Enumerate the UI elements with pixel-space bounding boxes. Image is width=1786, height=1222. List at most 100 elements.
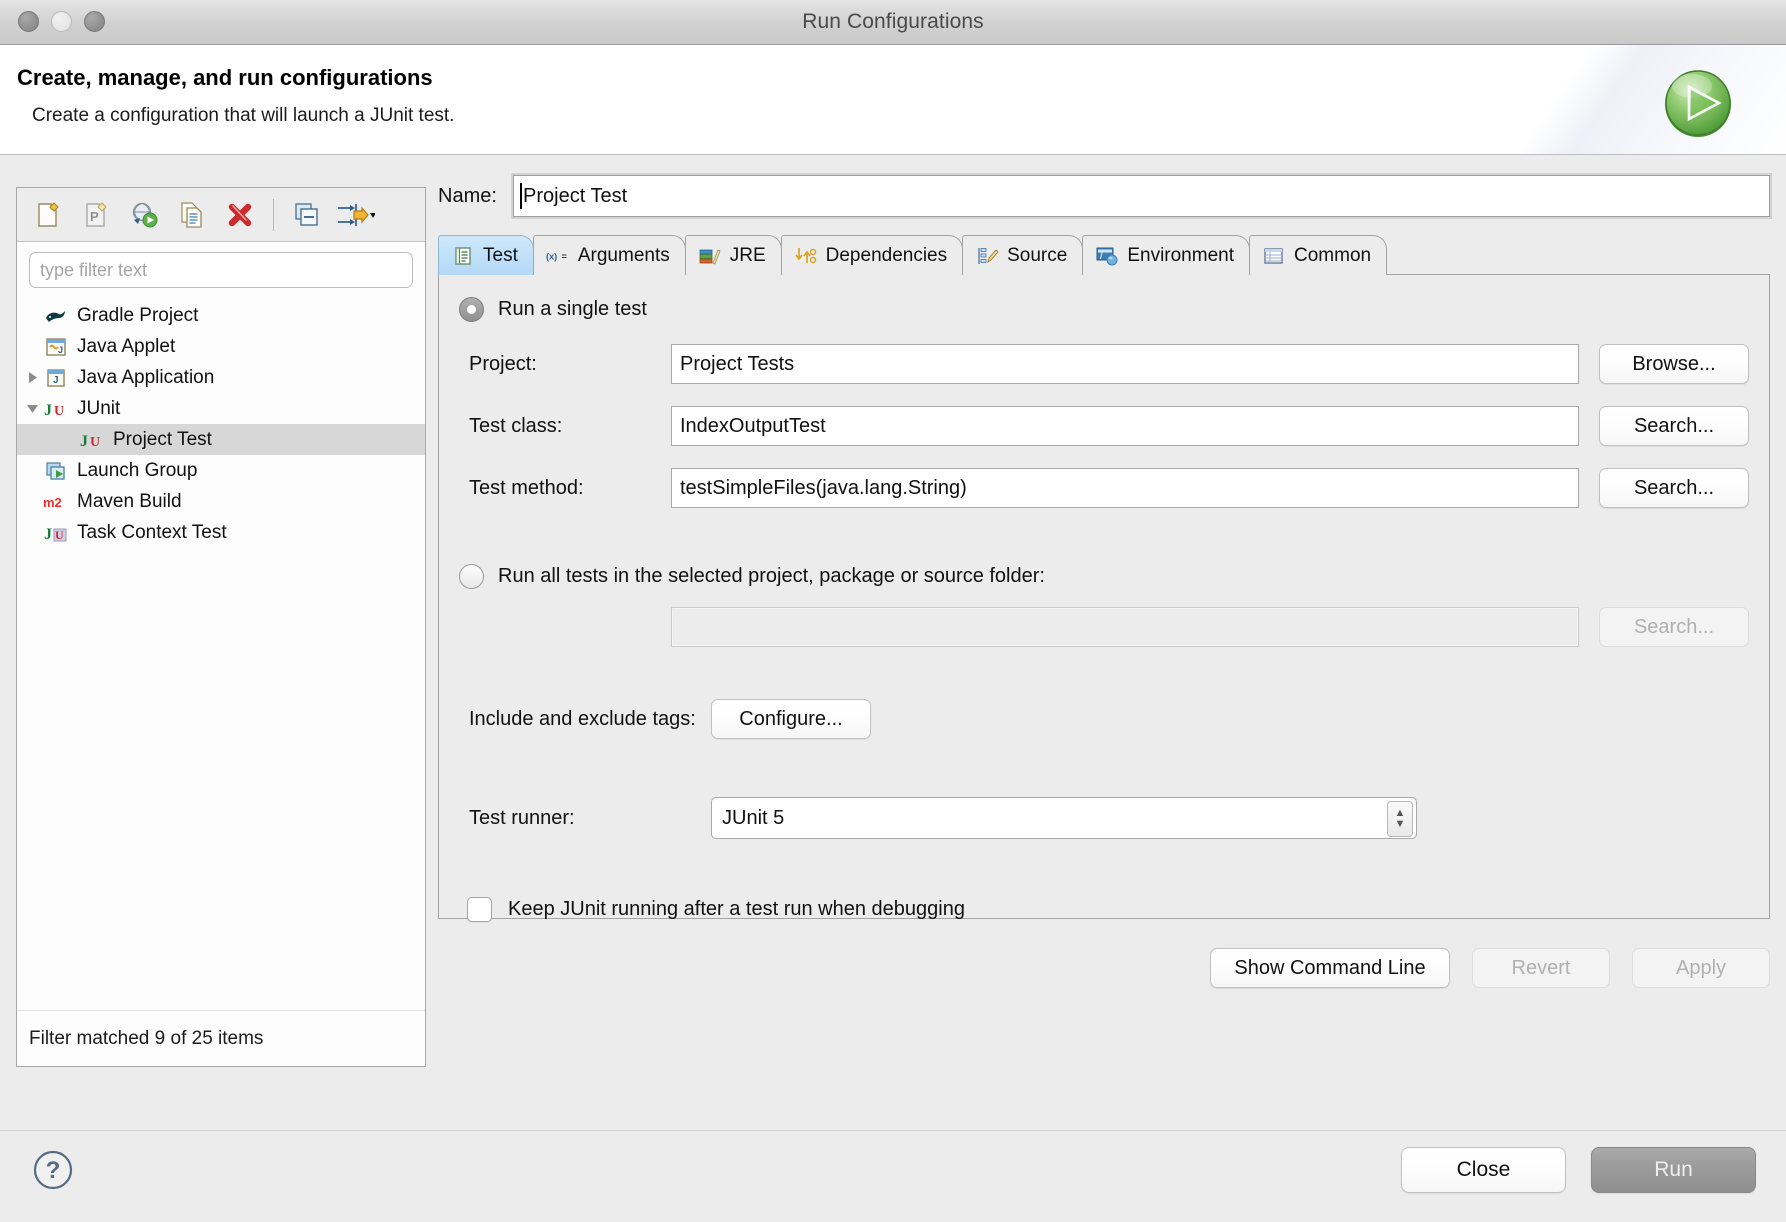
show-command-line-button[interactable]: Show Command Line <box>1210 948 1450 988</box>
project-field-row: Project: Project Tests Browse... <box>459 344 1749 384</box>
tab-label: Source <box>1007 244 1068 266</box>
all-tests-field-row: Search... <box>459 607 1749 647</box>
run-single-test-radio-row[interactable]: Run a single test <box>459 297 1749 322</box>
tab-environment[interactable]: / Environment <box>1082 235 1250 275</box>
tree-item-label: JUnit <box>77 397 121 419</box>
svg-text:U: U <box>90 435 100 450</box>
delete-configuration-icon[interactable] <box>219 194 261 236</box>
tab-dependencies[interactable]: Dependencies <box>780 235 964 275</box>
tags-row: Include and exclude tags: Configure... <box>459 699 1749 739</box>
tree-item-label: Java Applet <box>77 335 176 357</box>
tab-arguments[interactable]: (x) = Arguments <box>532 235 686 275</box>
new-prototype-icon[interactable]: P <box>75 194 117 236</box>
chevron-updown-icon[interactable]: ▲ ▼ <box>1387 801 1413 837</box>
test-method-label: Test method: <box>469 476 584 499</box>
tree-item-project-test[interactable]: J U Project Test <box>17 424 425 455</box>
test-class-field-row: Test class: IndexOutputTest Search... <box>459 406 1749 446</box>
configuration-editor: Name: Project Test Test (x) = Arguments … <box>438 175 1770 1075</box>
source-tab-icon <box>975 245 999 267</box>
help-question-icon[interactable]: ? <box>30 1147 76 1193</box>
tree-item-maven-build[interactable]: m2 Maven Build <box>17 486 425 517</box>
twisty-collapsed-icon[interactable] <box>21 371 43 384</box>
revert-button: Revert <box>1472 948 1610 988</box>
browse-project-button[interactable]: Browse... <box>1599 344 1749 384</box>
tree-item-label: Project Test <box>113 428 212 450</box>
run-button[interactable]: Run <box>1591 1147 1756 1193</box>
close-button[interactable]: Close <box>1401 1147 1566 1193</box>
configurations-toolbar: P <box>17 188 425 242</box>
tree-item-java-application[interactable]: J Java Application <box>17 362 425 393</box>
tree-item-label: Launch Group <box>77 459 198 481</box>
dependencies-tab-icon <box>794 245 818 267</box>
tab-jre[interactable]: JRE <box>684 235 782 275</box>
window-title: Run Configurations <box>802 10 984 33</box>
tab-source[interactable]: Source <box>962 235 1084 275</box>
test-method-input[interactable]: testSimpleFiles(java.lang.String) <box>671 468 1579 508</box>
svg-text:?: ? <box>46 1157 61 1184</box>
toolbar-separator <box>273 198 274 231</box>
svg-text:J: J <box>44 526 52 543</box>
new-configuration-icon[interactable] <box>27 194 69 236</box>
tree-item-java-applet[interactable]: J Java Applet <box>17 331 425 362</box>
keep-running-label: Keep JUnit running after a test run when… <box>508 898 965 920</box>
dialog-footer: ? Close Run <box>0 1130 1786 1222</box>
run-all-tests-radio[interactable] <box>459 564 484 589</box>
tab-label: JRE <box>729 244 766 266</box>
name-input[interactable]: Project Test <box>513 175 1770 217</box>
tree-item-task-context-test[interactable]: J U Task Context Test <box>17 517 425 548</box>
project-input[interactable]: Project Tests <box>671 344 1579 384</box>
banner-title: Create, manage, and run configurations <box>17 65 433 90</box>
project-label: Project: <box>469 352 537 375</box>
maximize-window-button[interactable] <box>84 11 105 32</box>
run-all-tests-radio-row[interactable]: Run all tests in the selected project, p… <box>459 564 1749 589</box>
tree-item-label: Java Application <box>77 366 215 388</box>
tab-common[interactable]: Common <box>1249 235 1388 275</box>
search-test-class-button[interactable]: Search... <box>1599 406 1749 446</box>
window-titlebar: Run Configurations <box>0 0 1786 45</box>
keep-running-row[interactable]: Keep JUnit running after a test run when… <box>459 897 1749 922</box>
test-class-input[interactable]: IndexOutputTest <box>671 406 1579 446</box>
svg-text:m2: m2 <box>43 495 62 510</box>
run-single-test-radio[interactable] <box>459 297 484 322</box>
duplicate-configuration-icon[interactable] <box>171 194 213 236</box>
tree-item-junit[interactable]: J U JUnit <box>17 393 425 424</box>
common-tab-icon <box>1262 245 1286 267</box>
test-tab-icon <box>451 245 475 267</box>
footer-buttons: Close Run <box>1401 1147 1756 1193</box>
tab-test[interactable]: Test <box>438 235 534 275</box>
run-all-tests-label: Run all tests in the selected project, p… <box>498 565 1045 587</box>
collapse-all-icon[interactable] <box>286 194 328 236</box>
arguments-tab-icon: (x) = <box>546 245 570 267</box>
twisty-expanded-icon[interactable] <box>21 402 43 415</box>
tab-label: Dependencies <box>825 244 948 266</box>
tree-item-label: Task Context Test <box>77 521 227 543</box>
search-test-method-button[interactable]: Search... <box>1599 468 1749 508</box>
tree-item-gradle-project[interactable]: Gradle Project <box>17 300 425 331</box>
search-all-tests-button: Search... <box>1599 607 1749 647</box>
tree-item-launch-group[interactable]: Launch Group <box>17 455 425 486</box>
banner-subtitle: Create a configuration that will launch … <box>32 105 455 126</box>
close-window-button[interactable] <box>18 11 39 32</box>
test-class-input-value: IndexOutputTest <box>680 414 826 437</box>
test-runner-select[interactable]: JUnit 5 ▲ ▼ <box>711 797 1417 839</box>
configure-tags-button[interactable]: Configure... <box>711 699 871 739</box>
tags-label: Include and exclude tags: <box>469 707 696 730</box>
traffic-lights <box>18 11 105 32</box>
tab-label: Arguments <box>577 244 670 266</box>
test-runner-row: Test runner: JUnit 5 ▲ ▼ <box>459 797 1749 839</box>
export-configuration-icon[interactable] <box>123 194 165 236</box>
configurations-panel: P type filter text Gradle Project J Java… <box>16 187 426 1067</box>
tab-label: Environment <box>1127 244 1234 266</box>
editor-action-buttons: Show Command Line Revert Apply <box>438 948 1770 988</box>
run-play-icon <box>1658 63 1738 143</box>
maven-icon: m2 <box>43 491 69 513</box>
tree-item-label: Gradle Project <box>77 304 199 326</box>
filter-input[interactable] <box>29 252 413 288</box>
keep-running-checkbox[interactable] <box>467 897 492 922</box>
filter-configurations-icon[interactable] <box>334 194 376 236</box>
minimize-window-button[interactable] <box>51 11 72 32</box>
task-context-icon: J U <box>43 522 69 544</box>
all-tests-input[interactable] <box>671 607 1579 647</box>
tab-label: Test <box>483 244 518 266</box>
svg-text:J: J <box>53 375 59 386</box>
